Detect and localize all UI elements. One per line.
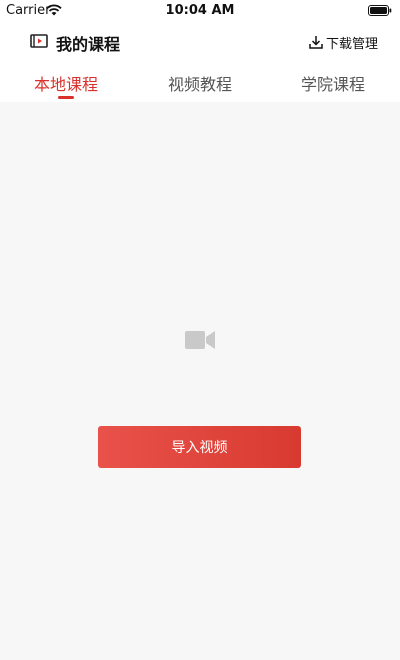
empty-content-area	[0, 102, 400, 660]
tab-video-tutorials[interactable]: 视频教程	[145, 71, 255, 95]
page-title: 我的课程	[56, 35, 121, 54]
battery-icon	[368, 5, 392, 16]
tab-local-courses[interactable]: 本地课程	[11, 71, 121, 95]
download-manager-label: 下载管理	[325, 36, 378, 52]
download-manager-button[interactable]: 下载管理	[309, 32, 378, 52]
status-bar: Carrier 10:04 AM	[0, 0, 400, 22]
video-player-icon	[30, 34, 48, 48]
import-video-button[interactable]: 导入视频	[98, 426, 301, 468]
tab-academy-courses[interactable]: 学院课程	[278, 71, 388, 95]
clock: 10:04 AM	[165, 3, 235, 18]
video-camera-icon	[185, 331, 215, 349]
app-header: 我的课程 下载管理	[0, 22, 400, 62]
download-icon	[309, 36, 323, 49]
active-tab-indicator	[58, 96, 74, 99]
screen: Carrier 10:04 AM 我的课程 下载管理 本地课程 视频教程 学院课…	[0, 0, 400, 660]
